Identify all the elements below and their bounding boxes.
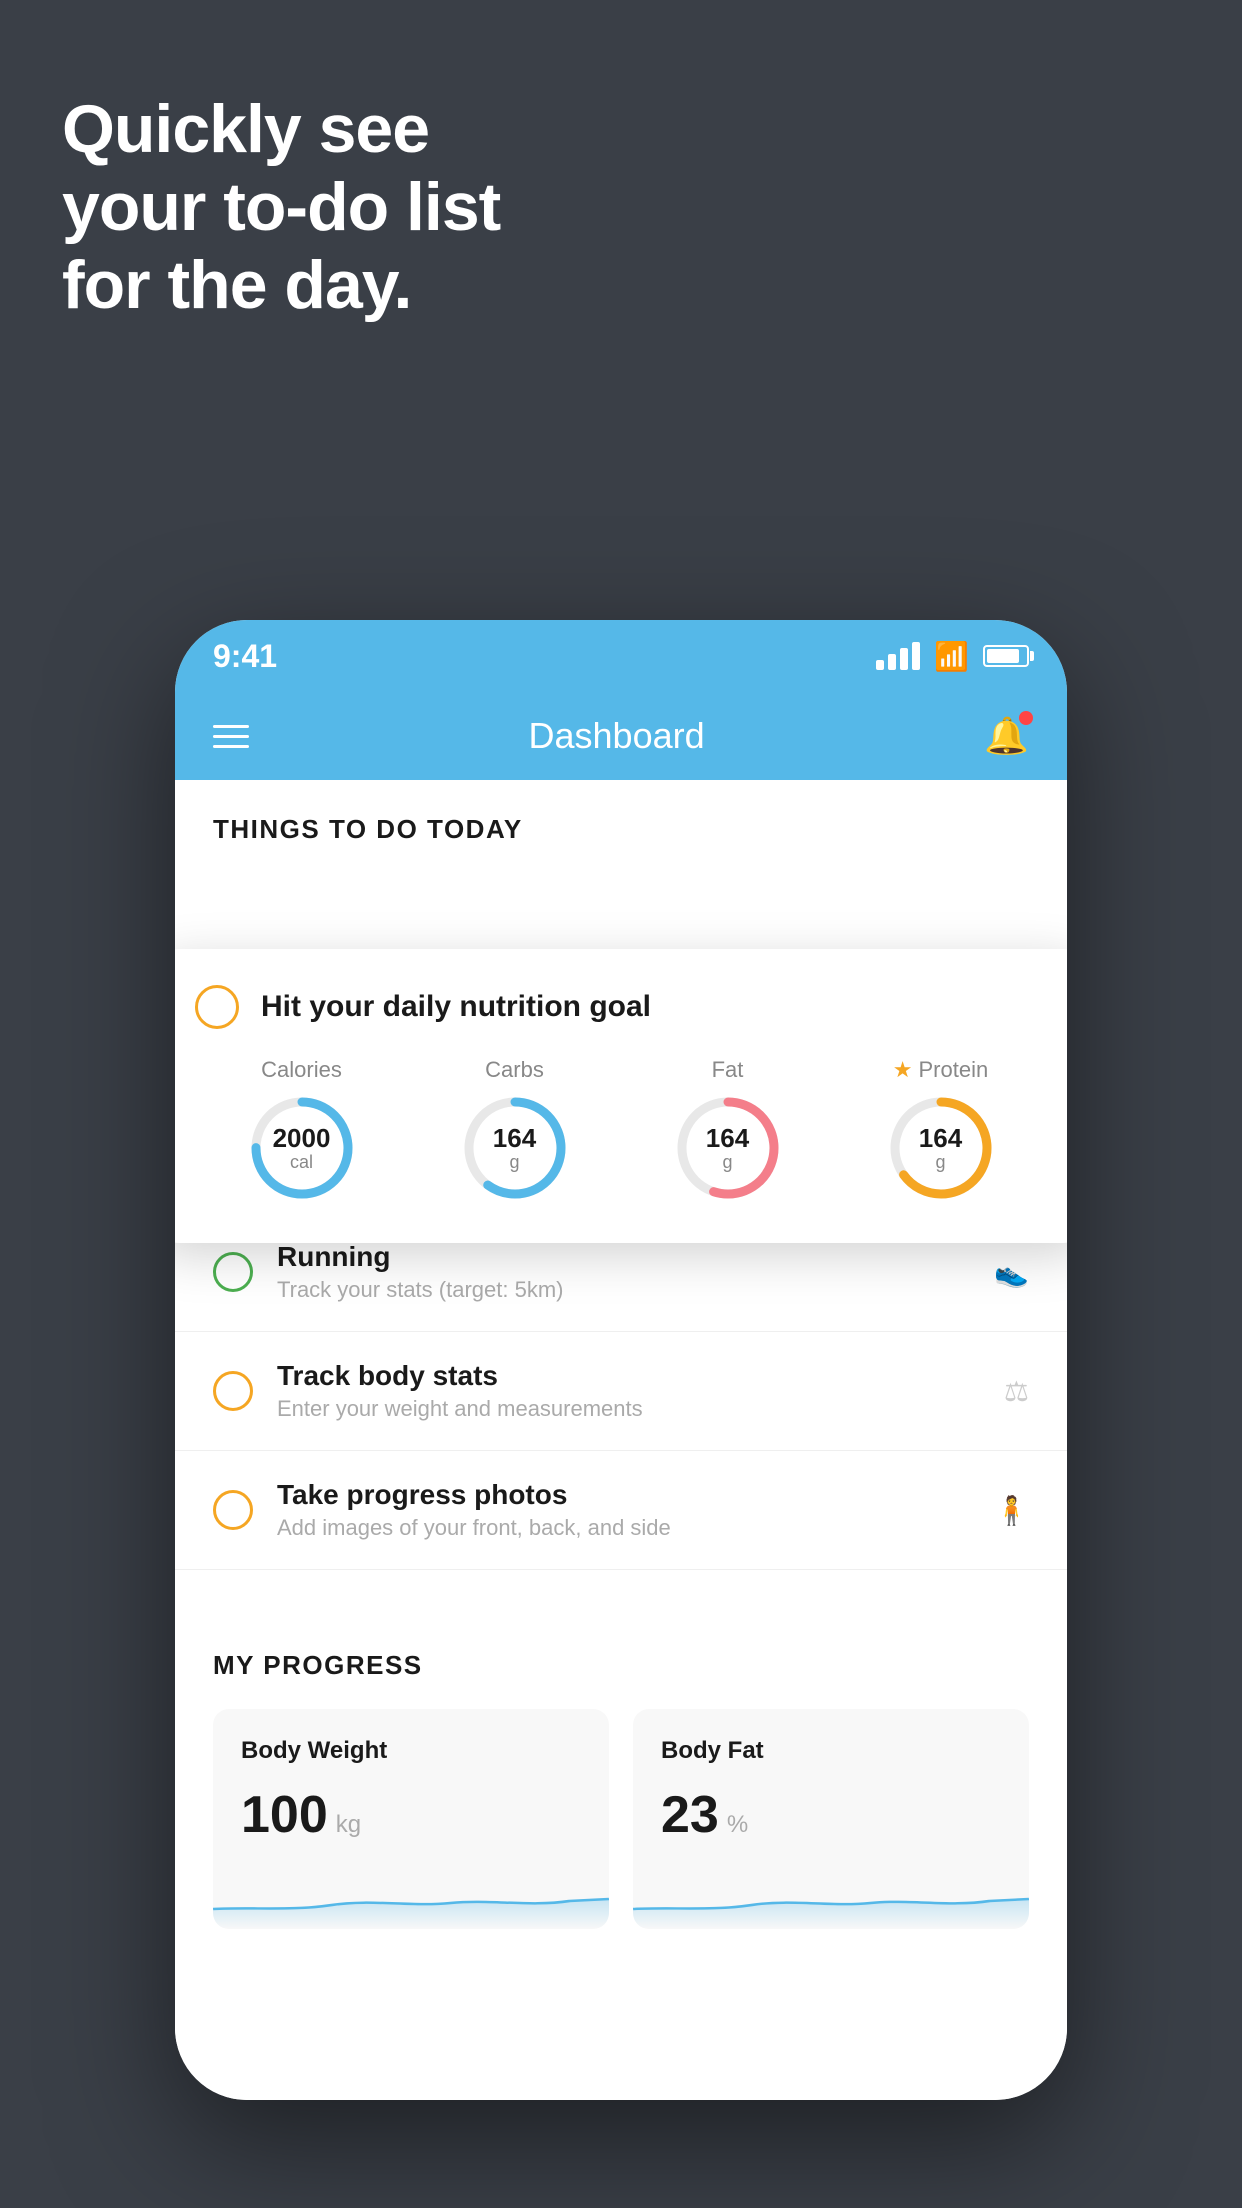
donut-value: 164 [706, 1124, 749, 1153]
donut-value: 164 [919, 1124, 962, 1153]
donut-protein: 164 g [886, 1093, 996, 1203]
progress-value-row: 23 % [661, 1785, 1001, 1845]
todo-circle [213, 1490, 253, 1530]
progress-card-body-fat[interactable]: Body Fat 23 % [633, 1709, 1029, 1929]
menu-button[interactable] [213, 725, 249, 748]
progress-big-value: 23 [661, 1785, 719, 1845]
donut-center: 164 g [919, 1124, 962, 1172]
things-to-do-header: THINGS TO DO TODAY [175, 780, 1067, 863]
nav-bar: Dashboard 🔔 [175, 692, 1067, 780]
notification-button[interactable]: 🔔 [984, 715, 1029, 757]
nutrition-label-text: Fat [712, 1057, 744, 1083]
donut-center: 2000 cal [273, 1124, 331, 1172]
donut-unit: cal [273, 1152, 331, 1172]
donut-calories: 2000 cal [247, 1093, 357, 1203]
donut-center: 164 g [706, 1124, 749, 1172]
donut-unit: g [919, 1152, 962, 1172]
progress-section: MY PROGRESS Body Weight 100 kg Body [175, 1610, 1067, 1929]
battery-icon [983, 645, 1029, 667]
todo-title: Running [277, 1241, 970, 1273]
nutrition-item-carbs: Carbs 164 g [460, 1057, 570, 1203]
mini-chart [213, 1869, 609, 1929]
todo-item-track-body[interactable]: Track body stats Enter your weight and me… [175, 1332, 1067, 1451]
donut-value: 164 [493, 1124, 536, 1153]
progress-card-body-weight[interactable]: Body Weight 100 kg [213, 1709, 609, 1929]
notification-badge [1019, 711, 1033, 725]
phone-content: THINGS TO DO TODAY Hit your daily nutrit… [175, 780, 1067, 2100]
progress-cards: Body Weight 100 kg Body Fat 23 % [213, 1709, 1029, 1929]
scale-icon: ⚖ [1004, 1375, 1029, 1408]
donut-fat: 164 g [673, 1093, 783, 1203]
donut-center: 164 g [493, 1124, 536, 1172]
progress-card-title: Body Fat [661, 1737, 1001, 1765]
hero-line1: Quickly see [62, 90, 500, 168]
nutrition-item-fat: Fat 164 g [673, 1057, 783, 1203]
nutrition-label-text: Calories [261, 1057, 342, 1083]
person-icon: 🧍 [994, 1494, 1029, 1527]
star-icon: ★ [893, 1057, 913, 1083]
nutrition-item-protein: ★Protein 164 g [886, 1057, 996, 1203]
progress-unit: % [727, 1811, 748, 1839]
donut-value: 2000 [273, 1124, 331, 1153]
wifi-icon: 📶 [934, 640, 969, 673]
hero-text: Quickly see your to-do list for the day. [62, 90, 500, 325]
donut-carbs: 164 g [460, 1093, 570, 1203]
donut-unit: g [493, 1152, 536, 1172]
todo-title: Take progress photos [277, 1479, 970, 1511]
phone-shell: 9:41 📶 Dashboard 🔔 THINGS TO DO TODAY [175, 620, 1067, 2100]
todo-subtitle: Track your stats (target: 5km) [277, 1277, 970, 1303]
todo-subtitle: Enter your weight and measurements [277, 1396, 980, 1422]
nutrition-item-calories: Calories 2000 cal [247, 1057, 357, 1203]
nutrition-label-text: Carbs [485, 1057, 544, 1083]
status-icons: 📶 [876, 640, 1029, 673]
progress-heading: MY PROGRESS [213, 1650, 1029, 1681]
mini-chart [633, 1869, 1029, 1929]
nutrition-row: Calories 2000 cal Carbs 164 g Fat 164 g … [195, 1057, 1047, 1203]
todo-subtitle: Add images of your front, back, and side [277, 1515, 970, 1541]
progress-card-title: Body Weight [241, 1737, 581, 1765]
status-bar: 9:41 📶 [175, 620, 1067, 692]
nutrition-label-text: Protein [919, 1057, 989, 1083]
nutrition-card: Hit your daily nutrition goal Calories 2… [175, 949, 1067, 1243]
todo-list: Running Track your stats (target: 5km) 👟 Tr… [175, 1213, 1067, 1570]
signal-icon [876, 642, 920, 670]
todo-item-progress-photos[interactable]: Take progress photos Add images of your f… [175, 1451, 1067, 1570]
donut-unit: g [706, 1152, 749, 1172]
progress-unit: kg [336, 1811, 361, 1839]
status-time: 9:41 [213, 638, 277, 675]
progress-big-value: 100 [241, 1785, 328, 1845]
nav-title: Dashboard [529, 715, 705, 757]
hero-line2: your to-do list [62, 168, 500, 246]
todo-title: Track body stats [277, 1360, 980, 1392]
todo-circle [213, 1252, 253, 1292]
progress-value-row: 100 kg [241, 1785, 581, 1845]
hero-line3: for the day. [62, 246, 500, 324]
shoe-icon: 👟 [994, 1256, 1029, 1289]
nutrition-card-title: Hit your daily nutrition goal [261, 990, 651, 1024]
todo-circle [213, 1371, 253, 1411]
nutrition-circle-indicator [195, 985, 239, 1029]
